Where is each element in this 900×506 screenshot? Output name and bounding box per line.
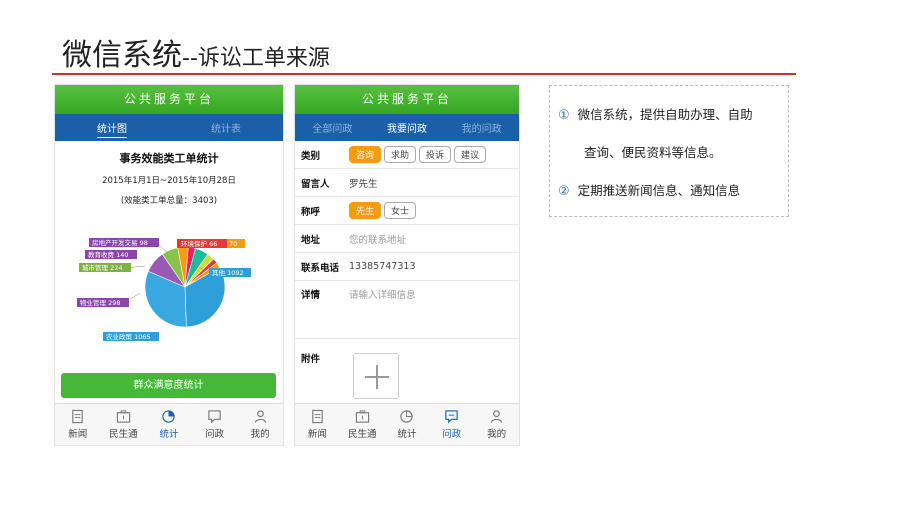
stats-tabs: 统计图 统计表 xyxy=(55,114,283,141)
category-label: 类别 xyxy=(301,150,321,162)
nav-mine[interactable]: 我的 xyxy=(237,404,283,445)
stat-title: 事务效能类工单统计 xyxy=(119,152,219,165)
slide-title-sub: --诉讼工单来源 xyxy=(182,46,330,71)
nav-inquiry[interactable]: 问政 xyxy=(429,404,474,445)
chat-icon xyxy=(208,410,221,424)
tab-chart[interactable]: 统计图 xyxy=(55,120,169,138)
phone-field[interactable]: 13385747313 xyxy=(349,261,416,272)
pie-label: 环境保护 66 xyxy=(177,239,227,248)
detail-row: 详情 请输入详细信息 xyxy=(295,281,519,339)
chat-icon xyxy=(445,410,458,424)
bullet-number: ① xyxy=(558,108,570,123)
tab-table[interactable]: 统计表 xyxy=(169,120,283,135)
pie-label: 物业管理 298 xyxy=(77,298,129,307)
category-consult[interactable]: 咨询 xyxy=(349,146,382,163)
pie-label: 城市管理 224 xyxy=(79,263,131,272)
svg-text:教育收费 140: 教育收费 140 xyxy=(88,250,128,259)
address-row: 地址 您的联系地址 xyxy=(295,225,519,253)
nav-news[interactable]: 新闻 xyxy=(55,404,101,445)
pie-label: 房地产开发交易 98 xyxy=(89,238,159,247)
date-range: 2015年1月1日~2015年10月28日 xyxy=(102,176,236,186)
name-row: 留言人 罗先生 xyxy=(295,169,519,197)
info-box: ① 微信系统，提供自助办理、自助 查询、便民资料等信息。 ② 定期推送新闻信息、通知… xyxy=(549,85,789,217)
bottom-nav: 新闻 民生通 统计 问政 我的 xyxy=(55,403,283,445)
briefcase-icon xyxy=(116,410,131,423)
nav-news[interactable]: 新闻 xyxy=(295,404,340,445)
salutation-label: 称呼 xyxy=(301,206,321,218)
slide-title-main: 微信系统 xyxy=(62,38,182,73)
nav-inquiry[interactable]: 问政 xyxy=(192,404,238,445)
name-label: 留言人 xyxy=(301,178,330,190)
bullet-number: ② xyxy=(558,184,570,199)
category-row: 类别 咨询 求助 投诉 建议 xyxy=(295,141,519,169)
info-point-1-cont: 查询、便民资料等信息。 xyxy=(584,145,722,160)
nav-livelihood[interactable]: 民生通 xyxy=(101,404,147,445)
info-point-2: ② 定期推送新闻信息、通知信息 xyxy=(558,183,741,199)
phone-row: 联系电话 13385747313 xyxy=(295,253,519,281)
briefcase-icon xyxy=(355,410,369,423)
nav-stats[interactable]: 统计 xyxy=(385,404,430,445)
pie-chart-icon xyxy=(162,410,176,423)
category-suggestion[interactable]: 建议 xyxy=(454,146,487,163)
inquiry-phone-screen: 公共服务平台 全部问政 我要问政 我的问政 类别 咨询 求助 投诉 建议 留言人… xyxy=(294,84,520,446)
slide-title: 微信系统--诉讼工单来源 xyxy=(62,30,330,74)
salutation-ms[interactable]: 女士 xyxy=(384,202,417,219)
detail-label: 详情 xyxy=(301,290,321,301)
address-field[interactable]: 您的联系地址 xyxy=(349,232,406,246)
category-complaint[interactable]: 投诉 xyxy=(419,146,452,163)
svg-text:城市管理 224: 城市管理 224 xyxy=(82,263,122,272)
pie-chart-icon xyxy=(400,410,414,423)
pie-label: 农业政策 1065 xyxy=(103,332,159,341)
tab-new-inquiry[interactable]: 我要问政 xyxy=(370,120,445,135)
nav-livelihood[interactable]: 民生通 xyxy=(340,404,385,445)
user-icon xyxy=(254,410,266,423)
nav-mine[interactable]: 我的 xyxy=(474,404,519,445)
salutation-row: 称呼 先生 女士 xyxy=(295,197,519,225)
nav-stats[interactable]: 统计 xyxy=(146,404,192,445)
salutation-mr[interactable]: 先生 xyxy=(349,202,382,219)
document-icon xyxy=(312,409,323,424)
tab-my-inquiries[interactable]: 我的问政 xyxy=(444,120,519,135)
total-count: (效能类工单总量：3403) xyxy=(120,196,218,206)
svg-text:70: 70 xyxy=(229,240,237,248)
svg-text:房地产开发交易 98: 房地产开发交易 98 xyxy=(92,238,148,247)
svg-text:物业管理 298: 物业管理 298 xyxy=(80,298,120,307)
satisfaction-stats-button[interactable]: 群众满意度统计 xyxy=(61,373,276,398)
phone-label: 联系电话 xyxy=(301,262,340,274)
name-field[interactable]: 罗先生 xyxy=(349,176,378,190)
bottom-nav: 新闻 民生通 统计 问政 我的 xyxy=(295,403,519,445)
pie-label: 70 xyxy=(227,239,245,248)
category-help[interactable]: 求助 xyxy=(384,146,417,163)
add-attachment-button[interactable] xyxy=(353,353,399,399)
attachment-label: 附件 xyxy=(301,354,321,365)
svg-text:农业政策 1065: 农业政策 1065 xyxy=(106,332,151,341)
title-divider xyxy=(52,73,796,75)
app-header: 公共服务平台 xyxy=(295,85,519,114)
pie-chart: 房地产开发交易 98 教育收费 140 城市管理 224 物业管理 298 农业… xyxy=(77,238,251,341)
user-icon xyxy=(490,410,503,423)
document-icon xyxy=(72,409,84,424)
pie-label: 教育收费 140 xyxy=(85,250,137,259)
stats-phone-screen: 公共服务平台 统计图 统计表 事务效能类工单统计 2015年1月1日~2015年… xyxy=(54,84,284,446)
svg-text:其他 1092: 其他 1092 xyxy=(212,268,244,277)
inquiry-tabs: 全部问政 我要问政 我的问政 xyxy=(295,114,519,141)
info-point-1: ① 微信系统，提供自助办理、自助 xyxy=(558,107,753,123)
address-label: 地址 xyxy=(301,234,321,246)
svg-text:环境保护 66: 环境保护 66 xyxy=(181,239,217,248)
app-header: 公共服务平台 xyxy=(55,85,283,114)
pie-label: 其他 1092 xyxy=(209,268,251,277)
detail-field[interactable]: 请输入详细信息 xyxy=(349,287,416,301)
tab-all-inquiries[interactable]: 全部问政 xyxy=(295,120,370,135)
